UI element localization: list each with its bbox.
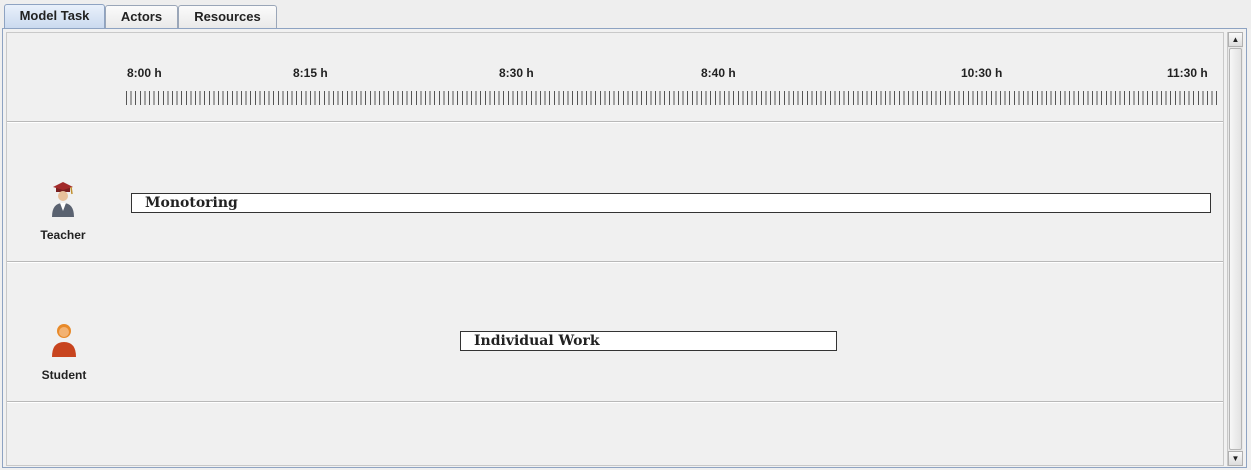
task-bar-monotoring[interactable]: Monotoring — [131, 193, 1211, 213]
time-tick-label: 8:15 h — [293, 66, 328, 80]
time-tick-label: 10:30 h — [961, 66, 1003, 80]
actor-student: Student — [29, 321, 99, 382]
vertical-scrollbar[interactable]: ▲ ▼ — [1227, 32, 1243, 466]
scroll-thumb[interactable] — [1229, 48, 1242, 450]
time-tick-label: 11:30 h — [1167, 66, 1208, 80]
tab-actors[interactable]: Actors — [105, 5, 178, 28]
task-bar-individual-work[interactable]: Individual Work — [460, 331, 837, 351]
time-tick-label: 8:00 h — [127, 66, 162, 80]
actor-label: Teacher — [40, 228, 86, 242]
row-divider — [7, 261, 1223, 263]
time-tick-label: 8:30 h — [499, 66, 534, 80]
student-icon — [51, 324, 77, 361]
scroll-up-button[interactable]: ▲ — [1228, 32, 1243, 47]
time-ruler — [126, 91, 1221, 105]
teacher-icon — [50, 182, 76, 221]
timeline-view: 8:00 h 8:15 h 8:30 h 8:40 h 10:30 h 11:3… — [6, 32, 1224, 466]
time-tick-label: 8:40 h — [701, 66, 736, 80]
row-divider — [7, 121, 1223, 123]
model-task-panel: 8:00 h 8:15 h 8:30 h 8:40 h 10:30 h 11:3… — [2, 28, 1247, 468]
tab-resources[interactable]: Resources — [178, 5, 277, 28]
row-divider — [7, 401, 1223, 403]
actor-teacher: Teacher — [28, 181, 98, 242]
scroll-down-button[interactable]: ▼ — [1228, 451, 1243, 466]
tab-model-task[interactable]: Model Task — [4, 4, 105, 29]
tab-bar: Model Task Actors Resources — [0, 0, 1251, 29]
actor-label: Student — [41, 368, 87, 382]
